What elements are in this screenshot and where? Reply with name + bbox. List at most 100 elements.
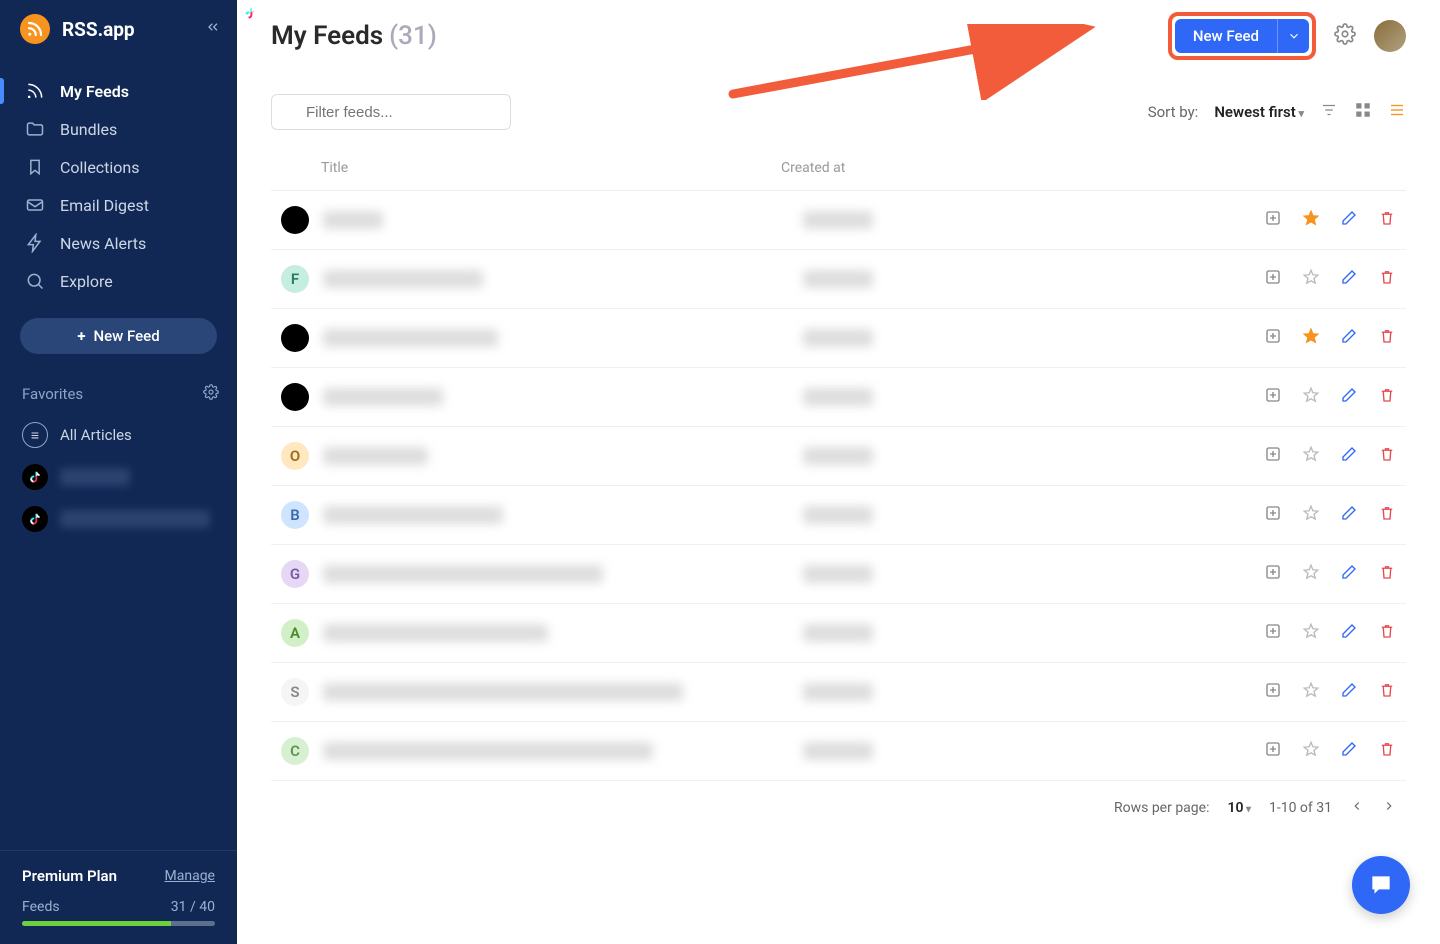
nav-bundles[interactable]: Bundles bbox=[0, 110, 237, 148]
add-to-bundle-icon[interactable] bbox=[1264, 209, 1282, 231]
sidebar-collapse-button[interactable] bbox=[205, 19, 221, 39]
redacted-title bbox=[323, 742, 653, 760]
table-row[interactable] bbox=[271, 309, 1406, 368]
redacted-title bbox=[323, 270, 483, 288]
edit-icon[interactable] bbox=[1340, 445, 1358, 467]
manage-link[interactable]: Manage bbox=[165, 868, 215, 884]
delete-icon[interactable] bbox=[1378, 209, 1396, 231]
star-icon[interactable] bbox=[1302, 740, 1320, 762]
redacted-title bbox=[323, 565, 603, 583]
delete-icon[interactable] bbox=[1378, 563, 1396, 585]
filter-input[interactable] bbox=[271, 94, 511, 130]
app-logo[interactable] bbox=[20, 14, 50, 44]
table-row[interactable]: B bbox=[271, 486, 1406, 545]
delete-icon[interactable] bbox=[1378, 327, 1396, 349]
add-to-bundle-icon[interactable] bbox=[1264, 563, 1282, 585]
edit-icon[interactable] bbox=[1340, 622, 1358, 644]
app-name: RSS.app bbox=[62, 18, 205, 41]
add-to-bundle-icon[interactable] bbox=[1264, 740, 1282, 762]
all-articles-icon: ≡ bbox=[22, 422, 48, 448]
new-feed-highlight: New Feed bbox=[1168, 12, 1316, 60]
table-row[interactable]: C bbox=[271, 722, 1406, 781]
feeds-label: Feeds bbox=[22, 899, 60, 915]
filter-icon[interactable] bbox=[1320, 101, 1338, 123]
star-icon[interactable] bbox=[1302, 504, 1320, 526]
nav-label: Collections bbox=[60, 158, 140, 177]
edit-icon[interactable] bbox=[1340, 386, 1358, 408]
edit-icon[interactable] bbox=[1340, 327, 1358, 349]
edit-icon[interactable] bbox=[1340, 209, 1358, 231]
rpp-value[interactable]: 10 bbox=[1227, 800, 1251, 816]
delete-icon[interactable] bbox=[1378, 445, 1396, 467]
feed-letter-icon: A bbox=[281, 619, 309, 647]
favorites-settings-icon[interactable] bbox=[203, 384, 219, 404]
grid-view-icon[interactable] bbox=[1354, 101, 1372, 123]
add-to-bundle-icon[interactable] bbox=[1264, 327, 1282, 349]
tiktok-icon bbox=[281, 324, 309, 352]
nav-collections[interactable]: Collections bbox=[0, 148, 237, 186]
star-icon[interactable] bbox=[1302, 563, 1320, 585]
new-feed-button[interactable]: New Feed bbox=[1175, 19, 1309, 53]
list-view-icon[interactable] bbox=[1388, 101, 1406, 123]
favorite-feed-item[interactable] bbox=[0, 456, 237, 498]
table-row[interactable]: G bbox=[271, 545, 1406, 604]
star-icon[interactable] bbox=[1302, 327, 1320, 349]
redacted-title bbox=[323, 447, 428, 465]
star-icon[interactable] bbox=[1302, 681, 1320, 703]
rpp-label: Rows per page: bbox=[1114, 800, 1209, 816]
add-to-bundle-icon[interactable] bbox=[1264, 504, 1282, 526]
favorite-feed-item[interactable] bbox=[0, 498, 237, 540]
table-header: Title Created at bbox=[271, 160, 1406, 191]
feed-letter-icon: S bbox=[281, 678, 309, 706]
star-icon[interactable] bbox=[1302, 268, 1320, 290]
bookmark-icon bbox=[24, 156, 46, 178]
add-to-bundle-icon[interactable] bbox=[1264, 622, 1282, 644]
table-row[interactable]: F bbox=[271, 250, 1406, 309]
add-to-bundle-icon[interactable] bbox=[1264, 445, 1282, 467]
star-icon[interactable] bbox=[1302, 622, 1320, 644]
new-feed-dropdown[interactable] bbox=[1277, 19, 1309, 53]
delete-icon[interactable] bbox=[1378, 740, 1396, 762]
star-icon[interactable] bbox=[1302, 445, 1320, 467]
sort-value[interactable]: Newest first bbox=[1214, 103, 1304, 121]
table-row[interactable]: O bbox=[271, 427, 1406, 486]
table-row[interactable]: S bbox=[271, 663, 1406, 722]
star-icon[interactable] bbox=[1302, 386, 1320, 408]
next-page-button[interactable] bbox=[1382, 799, 1396, 817]
nav-explore[interactable]: Explore bbox=[0, 262, 237, 300]
delete-icon[interactable] bbox=[1378, 681, 1396, 703]
new-feed-label[interactable]: New Feed bbox=[1175, 27, 1277, 45]
favorites-all-articles[interactable]: ≡ All Articles bbox=[0, 414, 237, 456]
redacted-title bbox=[323, 329, 498, 347]
table-body: F OBGA S C bbox=[271, 191, 1406, 781]
topbar: My Feeds (31) New Feed bbox=[271, 0, 1406, 60]
delete-icon[interactable] bbox=[1378, 268, 1396, 290]
table-row[interactable] bbox=[271, 368, 1406, 427]
nav-my-feeds[interactable]: My Feeds bbox=[0, 72, 237, 110]
nav-email-digest[interactable]: Email Digest bbox=[0, 186, 237, 224]
edit-icon[interactable] bbox=[1340, 740, 1358, 762]
edit-icon[interactable] bbox=[1340, 563, 1358, 585]
settings-icon[interactable] bbox=[1334, 23, 1356, 49]
table-row[interactable]: A bbox=[271, 604, 1406, 663]
edit-icon[interactable] bbox=[1340, 504, 1358, 526]
user-avatar[interactable] bbox=[1374, 20, 1406, 52]
page-range: 1-10 of 31 bbox=[1269, 800, 1332, 816]
add-to-bundle-icon[interactable] bbox=[1264, 681, 1282, 703]
chat-bubble[interactable] bbox=[1352, 856, 1410, 914]
sidebar-new-feed-button[interactable]: + New Feed bbox=[20, 318, 217, 354]
delete-icon[interactable] bbox=[1378, 386, 1396, 408]
add-to-bundle-icon[interactable] bbox=[1264, 268, 1282, 290]
feed-letter-icon: C bbox=[281, 737, 309, 765]
delete-icon[interactable] bbox=[1378, 504, 1396, 526]
nav-label: Bundles bbox=[60, 120, 117, 139]
edit-icon[interactable] bbox=[1340, 681, 1358, 703]
edit-icon[interactable] bbox=[1340, 268, 1358, 290]
add-to-bundle-icon[interactable] bbox=[1264, 386, 1282, 408]
delete-icon[interactable] bbox=[1378, 622, 1396, 644]
star-icon[interactable] bbox=[1302, 209, 1320, 231]
prev-page-button[interactable] bbox=[1350, 799, 1364, 817]
main-content: My Feeds (31) New Feed Sort by: bbox=[237, 0, 1440, 944]
nav-news-alerts[interactable]: News Alerts bbox=[0, 224, 237, 262]
table-row[interactable] bbox=[271, 191, 1406, 250]
